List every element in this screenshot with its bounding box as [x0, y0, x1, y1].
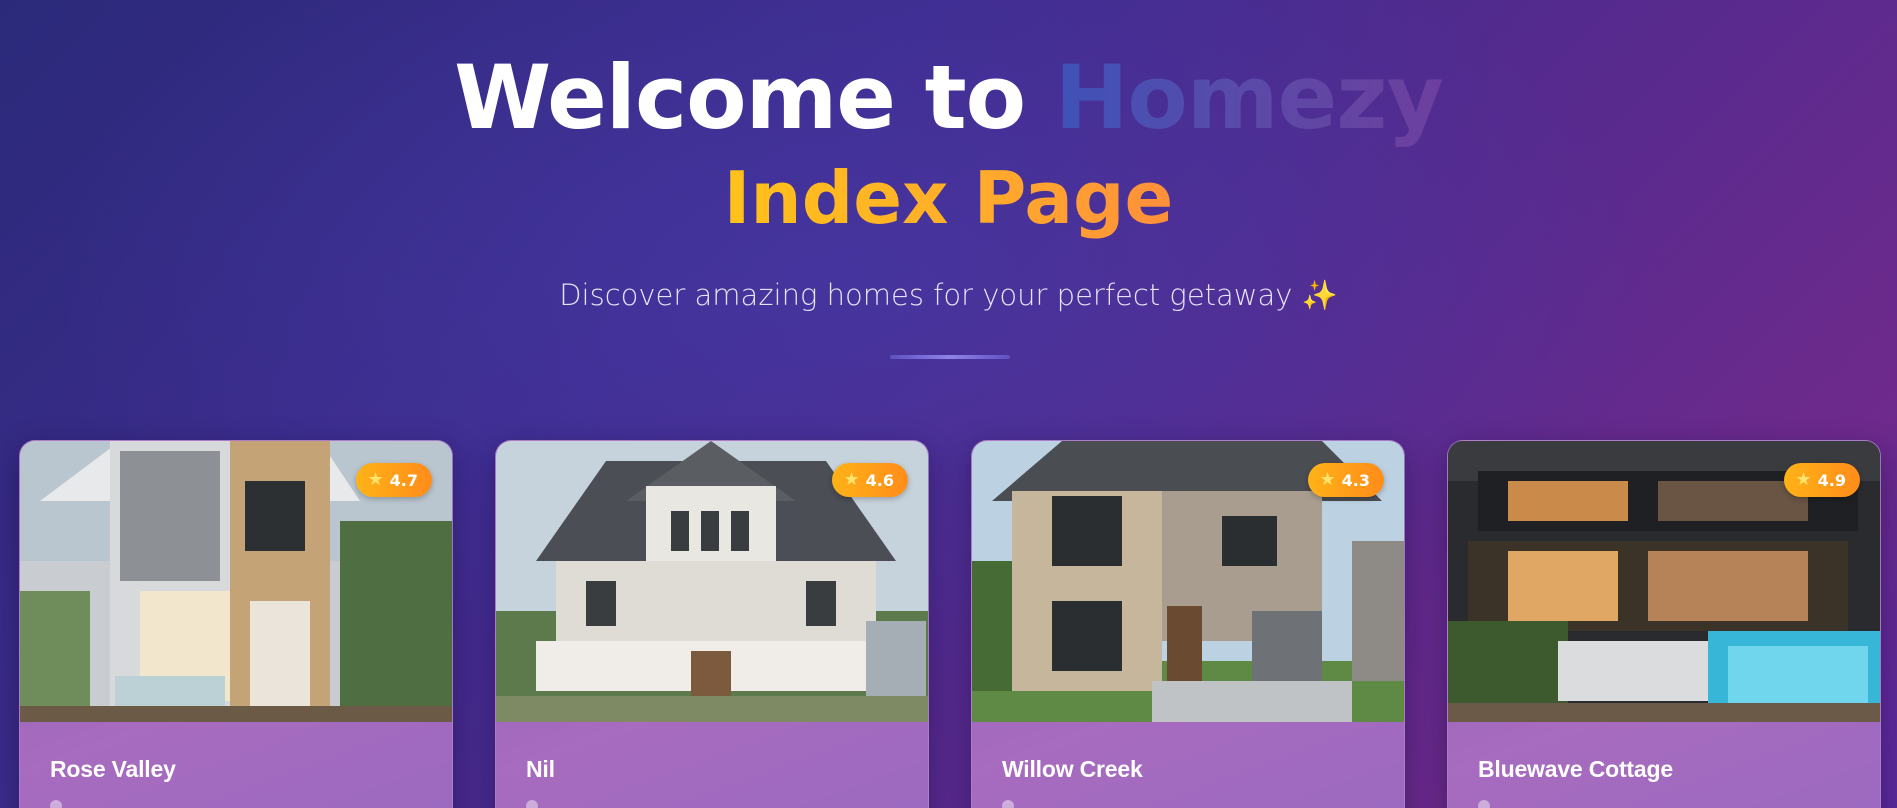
hero-divider	[890, 355, 1010, 359]
listing-location-row	[1002, 797, 1122, 808]
rating-badge: ★ 4.7	[355, 463, 432, 497]
rating-badge: ★ 4.6	[831, 463, 908, 497]
star-icon: ★	[1795, 469, 1812, 490]
star-icon: ★	[367, 469, 384, 490]
location-icon	[50, 800, 62, 808]
hero-title-prefix: Welcome to	[454, 46, 1055, 149]
star-icon: ★	[1319, 469, 1336, 490]
listing-title[interactable]: Bluewave Cottage	[1478, 756, 1673, 783]
listing-card[interactable]: ★ 4.3 Willow Creek	[971, 440, 1405, 808]
hero-title: Welcome to Homezy	[0, 54, 1897, 142]
listing-card[interactable]: ★ 4.6 Nil	[495, 440, 929, 808]
listing-grid: ★ 4.7 Rose Valley ★ 4.6 Nil ★ 4.3 Willow…	[19, 440, 1881, 808]
listing-image[interactable]: ★ 4.6	[496, 441, 928, 722]
rating-badge: ★ 4.9	[1783, 463, 1860, 497]
listing-card[interactable]: ★ 4.9 Bluewave Cottage	[1447, 440, 1881, 808]
location-icon	[1478, 800, 1490, 808]
star-icon: ★	[843, 469, 860, 490]
listing-card[interactable]: ★ 4.7 Rose Valley	[19, 440, 453, 808]
listing-image[interactable]: ★ 4.9	[1448, 441, 1880, 722]
listing-location-row	[1478, 797, 1598, 808]
listing-title[interactable]: Nil	[526, 756, 555, 783]
hero-section: Welcome to Homezy Index Page Discover am…	[0, 0, 1897, 400]
listing-image[interactable]: ★ 4.3	[972, 441, 1404, 722]
hero-subheading: Index Page	[723, 156, 1174, 240]
location-icon	[526, 800, 538, 808]
listing-image[interactable]: ★ 4.7	[20, 441, 452, 722]
listing-location-row	[50, 797, 170, 808]
listing-title[interactable]: Rose Valley	[50, 756, 176, 783]
hero-tagline: Discover amazing homes for your perfect …	[559, 278, 1338, 312]
brand-name: Homezy	[1054, 46, 1444, 149]
listing-location-row	[526, 797, 646, 808]
listing-title[interactable]: Willow Creek	[1002, 756, 1143, 783]
rating-badge: ★ 4.3	[1307, 463, 1384, 497]
location-icon	[1002, 800, 1014, 808]
